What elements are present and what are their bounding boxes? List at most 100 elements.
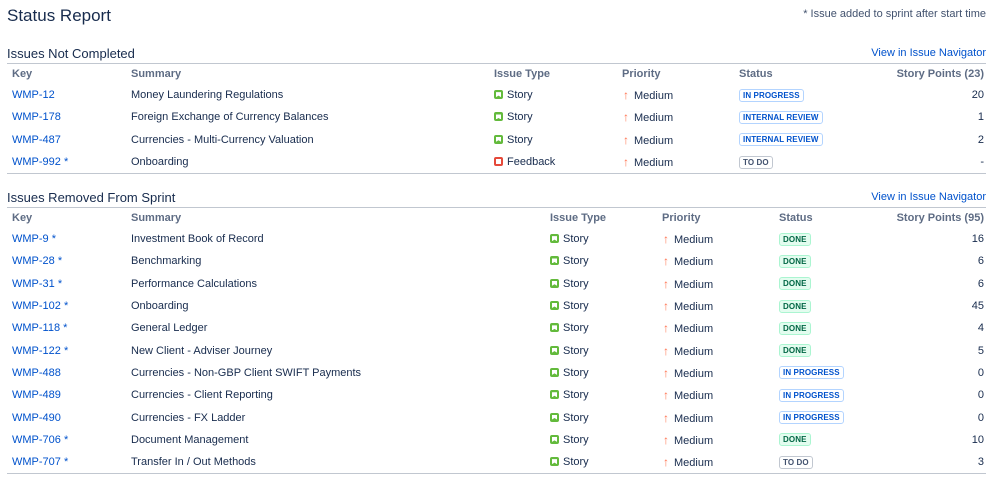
priority-label: Medium — [634, 90, 674, 103]
issue-key-link[interactable]: WMP-489 — [12, 389, 61, 401]
priority-label: Medium — [674, 345, 714, 358]
summary-cell: Currencies - Multi-Currency Valuation — [131, 133, 314, 146]
status-cell: INTERNAL REVIEW — [734, 106, 854, 128]
summary-cell: Foreign Exchange of Currency Balances — [131, 111, 329, 124]
priority-arrow-up-icon: ↑ — [663, 343, 669, 358]
story-icon — [550, 367, 559, 377]
key-cell: WMP-178 — [7, 106, 126, 128]
priority-cell: ↑ Medium — [657, 228, 774, 250]
priority-label: Medium — [674, 390, 714, 403]
issue-key-link[interactable]: WMP-707 * — [12, 456, 68, 468]
feedback-icon — [494, 157, 503, 167]
issue-type-cell: Story — [489, 106, 617, 128]
priority-arrow-up-icon: ↑ — [663, 321, 669, 336]
issue-type-cell: Story — [545, 273, 657, 295]
priority-arrow-up-icon: ↑ — [663, 410, 669, 425]
table-row: WMP-28 * Benchmarking Story ↑ Medium DONE 6 — [7, 250, 986, 272]
issue-key-link[interactable]: WMP-118 * — [12, 322, 67, 334]
issue-type-cell: Story — [489, 84, 617, 106]
issue-type-cell: Story — [545, 317, 657, 339]
issue-type-label: Story — [563, 300, 589, 313]
story-points-cell: - — [854, 150, 986, 175]
priority-cell: ↑ Medium — [657, 429, 774, 451]
view-in-issue-navigator-link[interactable]: View in Issue Navigator — [871, 47, 986, 59]
summary-cell: Performance Calculations — [131, 277, 257, 290]
issue-type-label: Story — [563, 344, 589, 357]
issue-type-label: Feedback — [507, 156, 556, 169]
summary-cell: New Client - Adviser Journey — [131, 344, 273, 357]
issue-key-link[interactable]: WMP-706 * — [12, 434, 68, 446]
story-icon — [550, 434, 559, 444]
story-points-cell: 5 — [977, 344, 984, 357]
table-row: WMP-706 * Document Management Story ↑ Medium… — [7, 429, 986, 451]
story-icon — [550, 412, 559, 422]
issue-type-cell: Story — [545, 429, 657, 451]
story-icon — [550, 278, 559, 288]
story-points-cell: 2 — [977, 133, 984, 146]
issue-key-link[interactable]: WMP-102 * — [12, 300, 68, 312]
status-cell: TO DO — [734, 150, 854, 175]
issue-key-link[interactable]: WMP-490 — [12, 412, 61, 424]
issue-type-cell: Story — [545, 362, 657, 384]
priority-arrow-up-icon: ↑ — [623, 110, 629, 125]
table-header-row: Key Summary Issue Type Priority Status S… — [7, 208, 986, 228]
key-cell: WMP-102 * — [7, 295, 126, 317]
priority-cell: ↑ Medium — [657, 317, 774, 339]
added-after-start-note: * Issue added to sprint after start time — [803, 8, 986, 20]
column-header-story-points: Story Points (95) — [896, 212, 984, 224]
issue-type-label: Story — [563, 255, 589, 268]
key-cell: WMP-118 * — [7, 317, 126, 339]
issue-key-link[interactable]: WMP-178 — [12, 111, 61, 123]
priority-cell: ↑ Medium — [657, 273, 774, 295]
section-title: Issues Removed From Sprint — [7, 190, 176, 205]
story-points-cell: 0 — [977, 411, 984, 424]
column-header-summary: Summary — [131, 68, 182, 80]
story-icon — [494, 134, 503, 144]
story-icon — [550, 390, 559, 400]
issues-not-completed-section: Issues Not Completed View in Issue Navig… — [7, 45, 986, 175]
issue-type-cell: Story — [545, 250, 657, 272]
story-icon — [494, 112, 503, 122]
priority-cell: ↑ Medium — [617, 129, 734, 151]
key-cell: WMP-487 — [7, 129, 126, 151]
key-cell: WMP-992 * — [7, 150, 126, 175]
key-cell: WMP-31 * — [7, 273, 126, 295]
status-lozenge: INTERNAL REVIEW — [739, 133, 823, 147]
story-icon — [550, 323, 559, 333]
status-lozenge: TO DO — [739, 155, 773, 169]
table-row: WMP-707 * Transfer In / Out Methods Story ↑… — [7, 450, 986, 475]
story-points-cell: 10 — [971, 433, 984, 446]
issue-key-link[interactable]: WMP-31 * — [12, 278, 62, 290]
priority-cell: ↑ Medium — [657, 339, 774, 361]
priority-arrow-up-icon: ↑ — [663, 276, 669, 291]
story-icon — [550, 256, 559, 266]
issue-key-link[interactable]: WMP-28 * — [12, 255, 62, 267]
issues-not-completed-table: Key Summary Issue Type Priority Status S… — [7, 64, 986, 175]
column-header-issue-type: Issue Type — [494, 68, 551, 80]
table-row: WMP-178 Foreign Exchange of Currency Bala… — [7, 106, 986, 128]
priority-label: Medium — [674, 256, 714, 269]
section-header: Issues Not Completed View in Issue Navig… — [7, 45, 986, 64]
priority-label: Medium — [674, 434, 714, 447]
issue-type-cell: Feedback — [489, 150, 617, 175]
priority-cell: ↑ Medium — [657, 362, 774, 384]
issue-key-link[interactable]: WMP-487 — [12, 134, 61, 146]
issue-key-link[interactable]: WMP-122 * — [12, 345, 68, 357]
status-lozenge: DONE — [779, 299, 811, 313]
issue-type-label: Story — [563, 366, 589, 379]
status-lozenge: IN PROGRESS — [779, 411, 844, 425]
issue-key-link[interactable]: WMP-12 — [12, 89, 55, 101]
issue-key-link[interactable]: WMP-488 — [12, 367, 61, 379]
issue-key-link[interactable]: WMP-9 * — [12, 233, 56, 245]
page-title: Status Report — [7, 6, 111, 25]
table-row: WMP-992 * Onboarding Feedback ↑ Medium TO DO - — [7, 150, 986, 175]
table-row: WMP-102 * Onboarding Story ↑ Medium DONE 45 — [7, 295, 986, 317]
story-points-cell: 3 — [894, 450, 986, 475]
table-row: WMP-118 * General Ledger Story ↑ Medium DONE 4 — [7, 317, 986, 339]
story-points-cell: 4 — [977, 322, 984, 335]
column-header-issue-type: Issue Type — [550, 212, 607, 224]
view-in-issue-navigator-link[interactable]: View in Issue Navigator — [871, 191, 986, 203]
issue-key-link[interactable]: WMP-992 * — [12, 156, 68, 168]
priority-arrow-up-icon: ↑ — [663, 232, 669, 247]
issue-type-label: Story — [563, 233, 589, 246]
